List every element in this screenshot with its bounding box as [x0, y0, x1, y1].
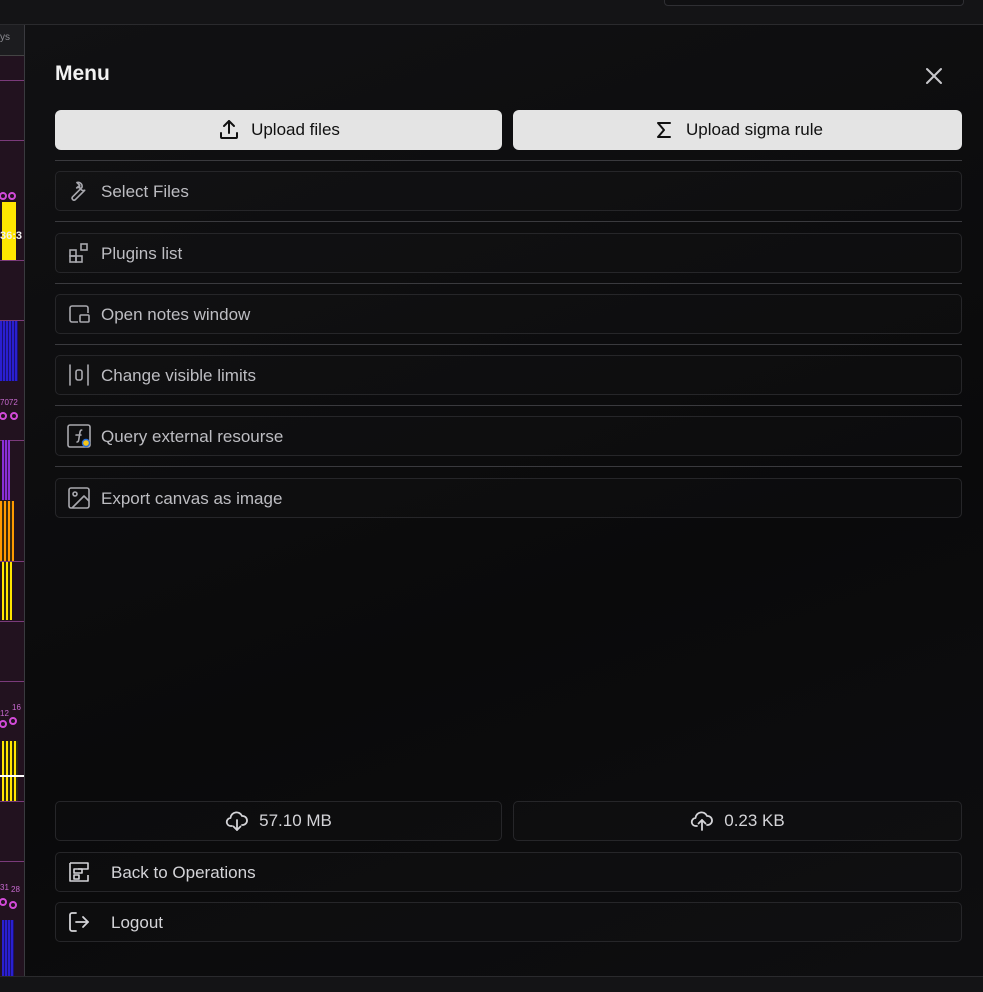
menu-item-label: Query external resourse: [101, 427, 284, 446]
menu-item-plugins-list[interactable]: Plugins list: [55, 233, 962, 273]
download-size-value: 57.10 MB: [259, 811, 332, 830]
divider: [55, 160, 962, 161]
divider: [55, 221, 962, 222]
canvas-marker: [0, 720, 7, 728]
canvas-marker: [0, 412, 7, 420]
upload-icon: [217, 118, 241, 142]
menu-item-label: Select Files: [101, 182, 189, 201]
upload-files-label: Upload files: [251, 120, 340, 139]
canvas-gridline: [0, 681, 24, 682]
menu-item-label: Open notes window: [101, 305, 251, 324]
logout-button[interactable]: Logout: [55, 902, 962, 942]
divider: [55, 466, 962, 467]
canvas-yellow-bars: [2, 562, 12, 620]
canvas-header: ys: [0, 25, 24, 56]
upload-files-button[interactable]: Upload files: [55, 110, 502, 150]
canvas-marker: [0, 898, 7, 906]
canvas-count-label: 28: [11, 885, 20, 894]
canvas-marker: [10, 412, 18, 420]
cloud-upload-icon: [690, 809, 714, 833]
divider: [55, 405, 962, 406]
divider: [55, 283, 962, 284]
sigma-icon: [652, 118, 676, 142]
canvas-header-text: ys: [0, 32, 10, 43]
canvas-marker: [0, 192, 7, 200]
close-button[interactable]: [922, 64, 946, 88]
canvas-yellow-bars: [2, 741, 18, 801]
app-top-bar: [0, 0, 983, 25]
divider: [55, 344, 962, 345]
operations-list-icon: [67, 860, 91, 884]
menu-title: Menu: [55, 62, 110, 85]
logout-label: Logout: [111, 913, 163, 932]
menu-item-change-visible-limits[interactable]: Change visible limits: [55, 355, 962, 395]
upload-sigma-label: Upload sigma rule: [685, 120, 823, 139]
canvas-count-label: 12: [0, 709, 9, 718]
canvas-count-label: 31: [0, 883, 9, 892]
image-icon: [67, 486, 91, 510]
download-size-stat: 57.10 MB: [55, 801, 502, 841]
limits-icon: [67, 363, 91, 387]
picture-in-picture-icon: [67, 302, 91, 326]
canvas-marker: [9, 717, 17, 725]
canvas-gridline: [0, 140, 24, 141]
menu-panel: Menu Upload files Upload sigma rule Sele…: [25, 25, 983, 976]
canvas-gridline: [0, 621, 24, 622]
canvas-cursor-line: [0, 775, 24, 777]
cloud-download-icon: [225, 809, 249, 833]
canvas-purple-bars: [2, 440, 10, 500]
menu-item-export-canvas[interactable]: Export canvas as image: [55, 478, 962, 518]
top-bar-field[interactable]: [664, 0, 964, 6]
upload-sigma-rule-button[interactable]: Upload sigma rule: [513, 110, 962, 150]
menu-item-label: Change visible limits: [101, 366, 256, 385]
menu-item-open-notes-window[interactable]: Open notes window: [55, 294, 962, 334]
canvas-blue-bars: [0, 321, 18, 381]
logout-icon: [67, 910, 91, 934]
canvas-orange-bars: [0, 501, 14, 561]
canvas-gridline: [0, 260, 24, 261]
plugins-icon: [67, 241, 91, 265]
canvas-count-label: 7072: [0, 398, 18, 407]
canvas-blue-bars: [2, 920, 14, 976]
menu-item-select-files[interactable]: Select Files: [55, 171, 962, 211]
menu-item-label: Export canvas as image: [101, 489, 283, 508]
upload-size-value: 0.23 KB: [724, 811, 785, 830]
wrench-icon: [67, 179, 91, 203]
canvas-count-label: 16: [12, 703, 21, 712]
timeline-canvas-background: ys 36:3 7072 12 16 31 28: [0, 25, 25, 976]
menu-item-label: Plugins list: [101, 244, 183, 263]
close-icon: [926, 68, 942, 84]
canvas-gridline: [0, 80, 24, 81]
canvas-gridline: [0, 801, 24, 802]
canvas-time-label: 36:3: [0, 230, 23, 242]
menu-item-query-external-resource[interactable]: Query external resourse: [55, 416, 962, 456]
upload-size-stat: 0.23 KB: [513, 801, 962, 841]
function-icon: [67, 424, 91, 448]
canvas-gridline: [0, 861, 24, 862]
canvas-marker: [8, 192, 16, 200]
back-to-operations-label: Back to Operations: [111, 863, 256, 882]
back-to-operations-button[interactable]: Back to Operations: [55, 852, 962, 892]
canvas-marker: [9, 901, 17, 909]
app-bottom-bar: [0, 976, 983, 992]
